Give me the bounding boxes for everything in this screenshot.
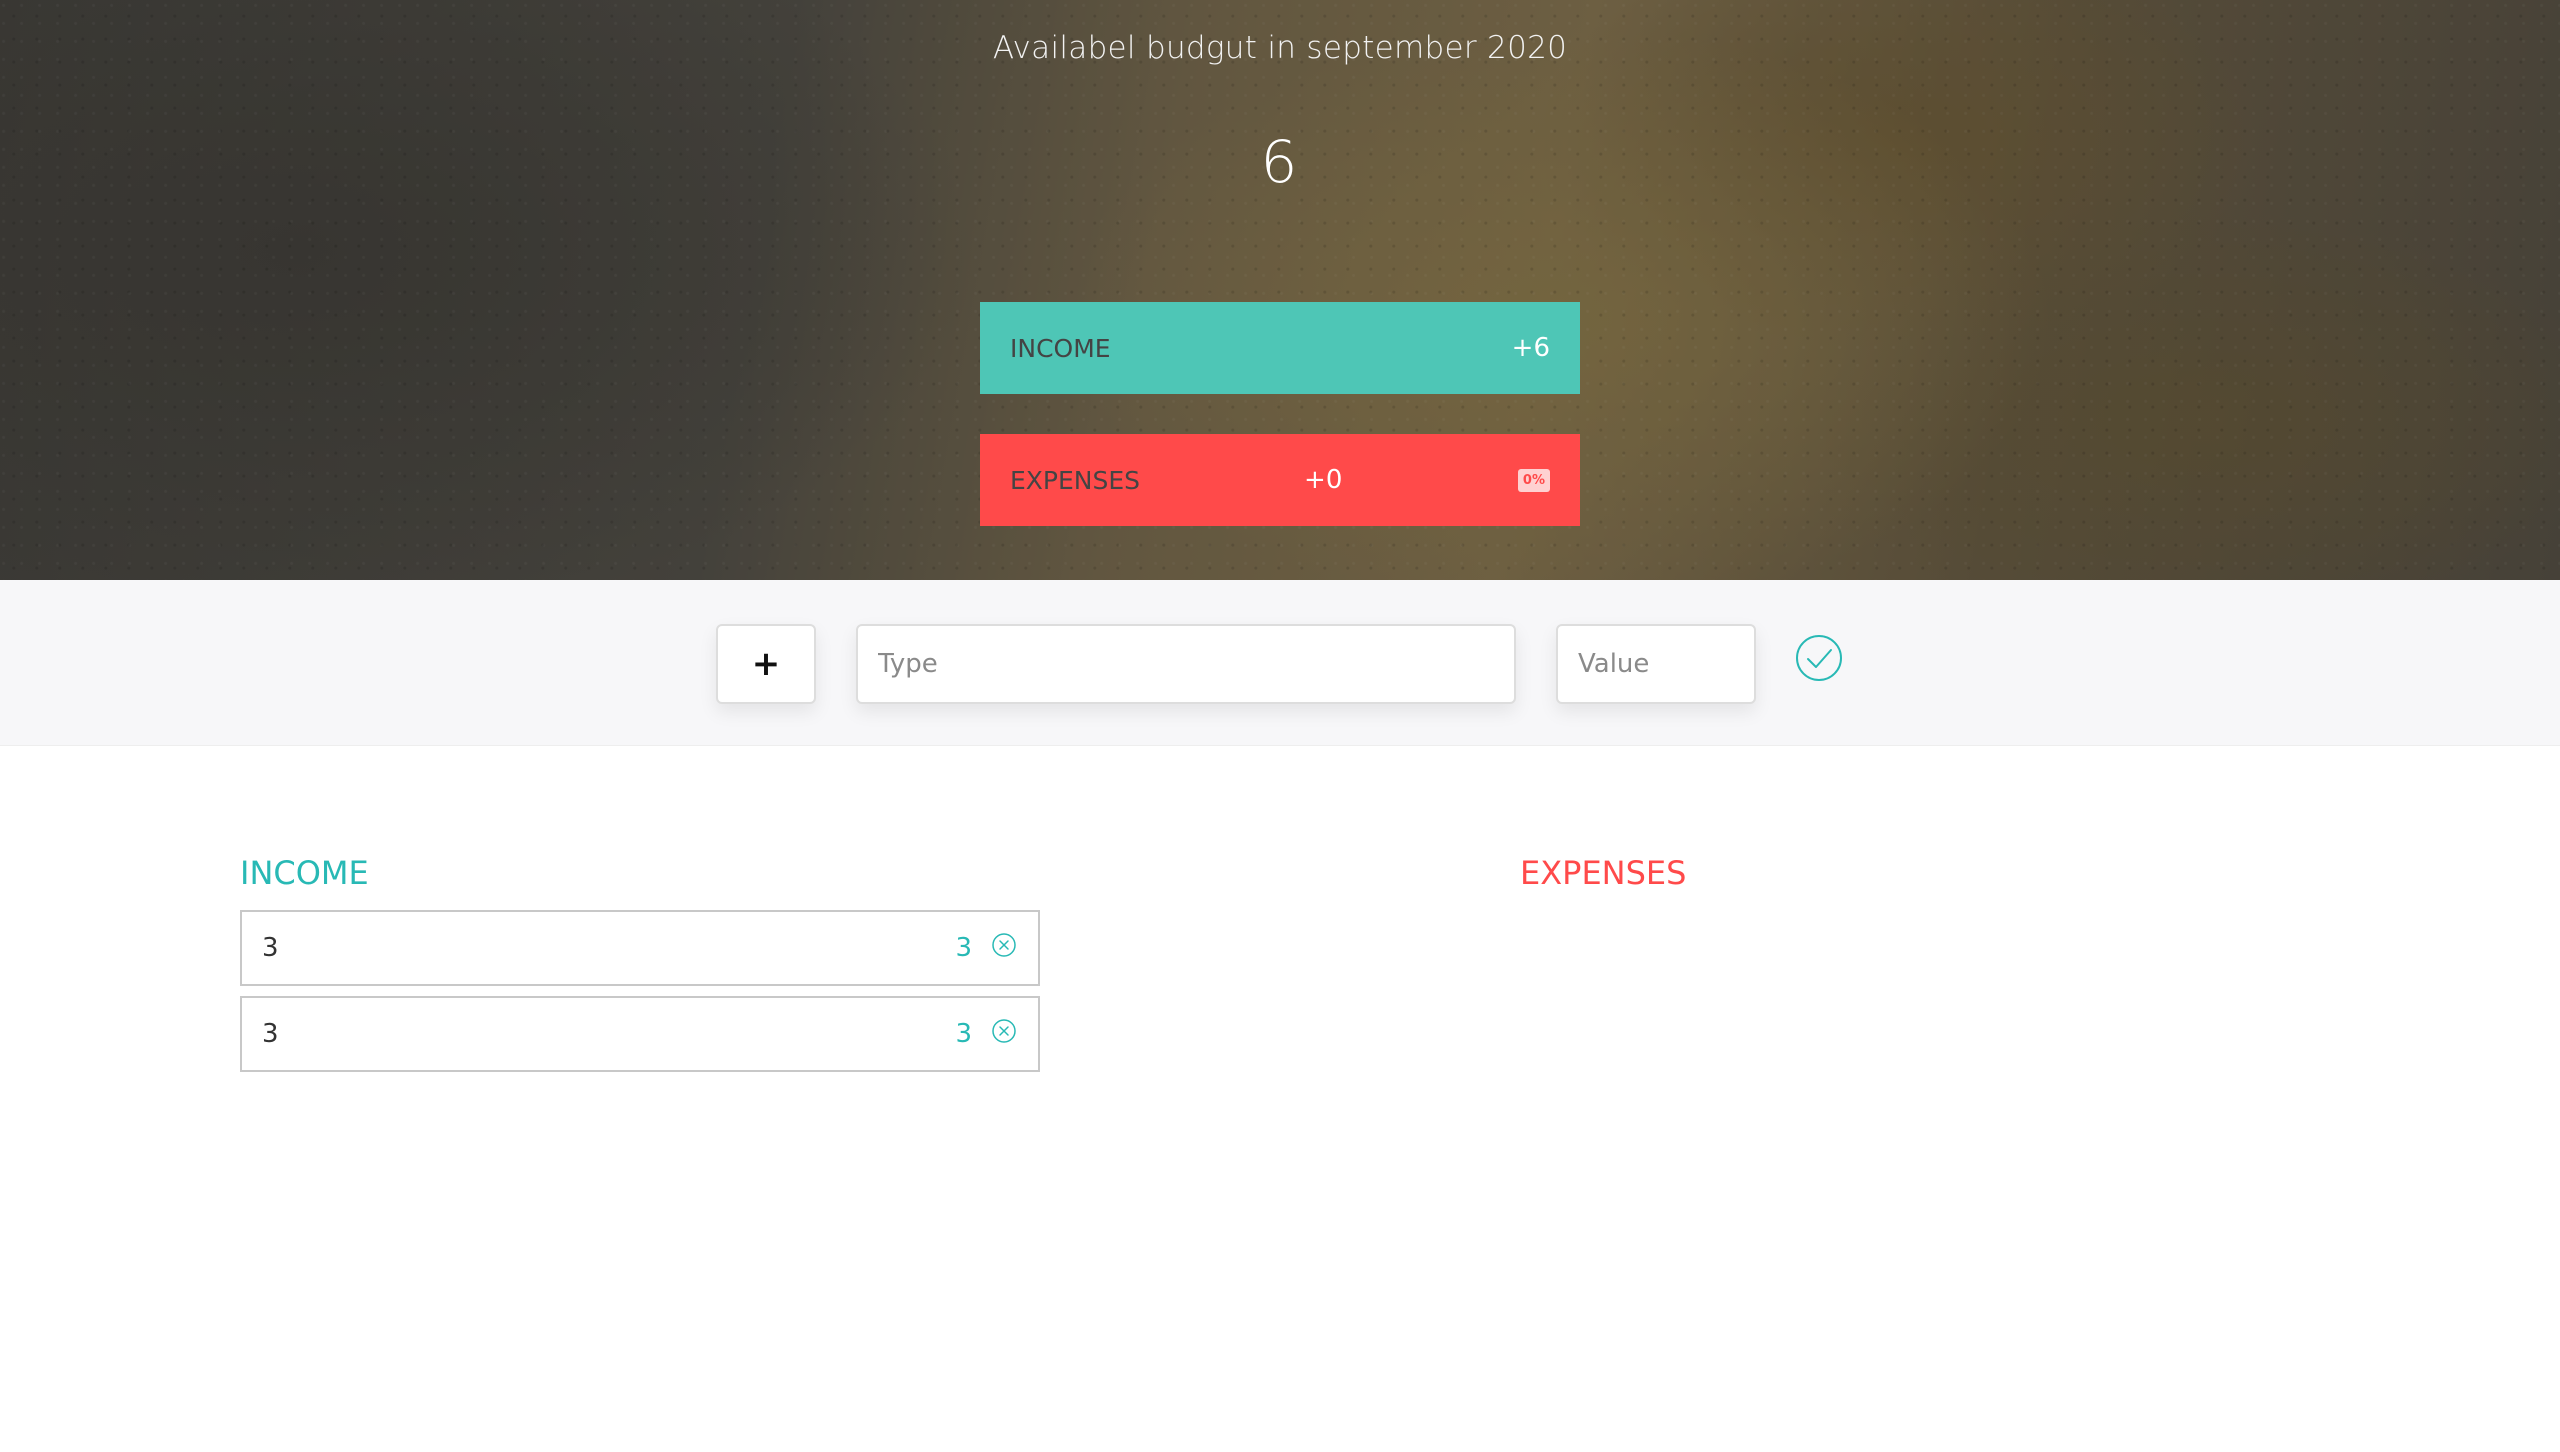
- description-input[interactable]: [856, 624, 1516, 704]
- expenses-list-title: Expenses: [1520, 854, 1687, 892]
- income-summary-label: Income: [1010, 333, 1111, 363]
- income-item-value: 3: [955, 1019, 972, 1049]
- budget-title: Availabel budgut in september 2020: [992, 30, 1568, 66]
- expenses-summary: Expenses +0 0%: [980, 434, 1580, 526]
- budget-summary: Availabel budgut in september 2020 6: [980, 30, 1580, 196]
- income-list: 3 3 3 3: [240, 910, 1040, 1082]
- income-item: 3 3: [240, 996, 1040, 1072]
- add-type-toggle-button[interactable]: +: [716, 624, 816, 704]
- value-input[interactable]: [1556, 624, 1756, 704]
- budget-header: Availabel budgut in september 2020 6 Inc…: [0, 0, 2560, 580]
- income-item: 3 3: [240, 910, 1040, 986]
- close-circle-icon[interactable]: [990, 931, 1018, 959]
- income-list-title: Income: [240, 854, 369, 892]
- income-item-value: 3: [955, 933, 972, 963]
- income-summary: Income +6: [980, 302, 1580, 394]
- check-circle-icon[interactable]: [1794, 633, 1844, 683]
- budget-value: 6: [1260, 128, 1300, 196]
- close-circle-icon[interactable]: [990, 1017, 1018, 1045]
- income-item-description: 3: [262, 933, 279, 963]
- expenses-summary-value: +0: [1304, 465, 1343, 495]
- income-summary-value: +6: [1511, 333, 1550, 363]
- expenses-summary-label: Expenses: [1010, 465, 1141, 495]
- income-item-description: 3: [262, 1019, 279, 1049]
- add-item-bar: +: [0, 580, 2560, 746]
- expenses-percentage-badge: 0%: [1517, 468, 1550, 492]
